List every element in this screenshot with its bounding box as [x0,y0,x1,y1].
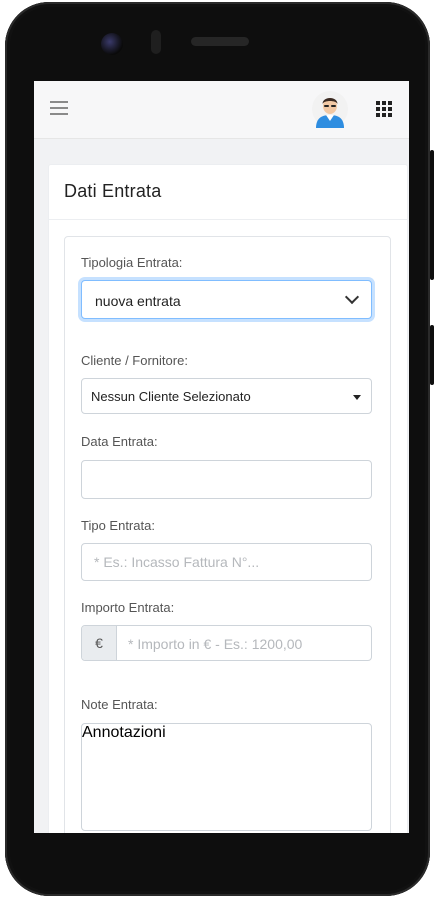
cliente-label: Cliente / Fornitore: [81,353,188,368]
note-label: Note Entrata: [81,697,158,712]
tipologia-select[interactable]: nuova entrata [81,280,372,319]
screen: Dati Entrata Tipologia Entrata: nuova en… [34,81,409,833]
data-input[interactable] [81,460,372,499]
form-panel: Tipologia Entrata: nuova entrata Cliente… [64,236,391,833]
data-label: Data Entrata: [81,434,158,449]
tipologia-label: Tipologia Entrata: [81,255,183,270]
importo-input[interactable]: € * Importo in € - Es.: 1200,00 [81,625,372,661]
euro-addon: € [82,626,117,660]
cliente-select[interactable]: Nessun Cliente Selezionato [81,378,372,414]
tipo-input[interactable]: * Es.: Incasso Fattura N°... [81,543,372,581]
power-button [430,325,434,385]
front-camera [101,33,123,55]
tipologia-value: nuova entrata [95,293,181,309]
entry-card: Dati Entrata Tipologia Entrata: nuova en… [48,164,408,833]
caret-down-icon [353,395,361,400]
earpiece-speaker [191,37,249,46]
card-header: Dati Entrata [49,165,407,220]
volume-button [430,150,434,280]
importo-placeholder: * Importo in € - Es.: 1200,00 [128,636,303,652]
tipo-placeholder: * Es.: Incasso Fattura N°... [94,554,260,570]
proximity-sensor [151,30,161,54]
hamburger-icon[interactable] [50,101,68,115]
chevron-down-icon [344,289,360,305]
apps-grid-icon[interactable] [376,101,392,117]
card-title: Dati Entrata [64,181,162,201]
cliente-value: Nessun Cliente Selezionato [91,389,251,404]
phone-frame: Dati Entrata Tipologia Entrata: nuova en… [5,2,430,896]
tipo-label: Tipo Entrata: [81,518,155,533]
note-placeholder: Annotazioni [82,724,166,741]
note-textarea[interactable]: Annotazioni [81,723,372,831]
top-navbar [34,81,409,139]
importo-label: Importo Entrata: [81,600,175,615]
user-avatar-icon[interactable] [312,90,348,128]
